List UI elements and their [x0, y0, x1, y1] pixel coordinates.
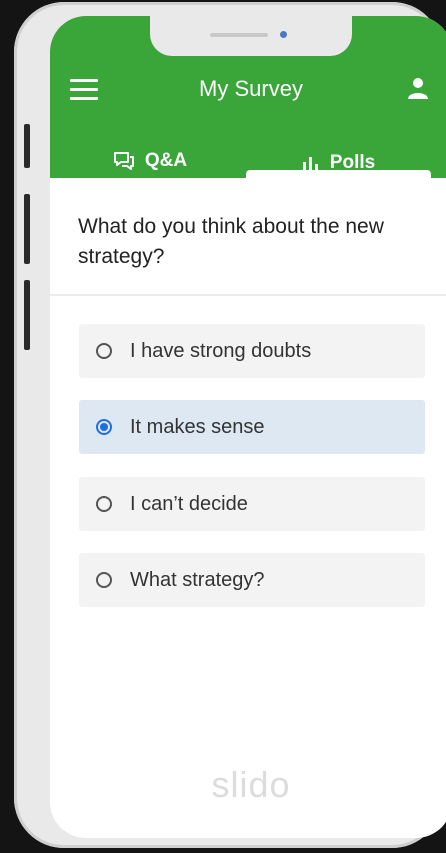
brand-wordmark: slido	[211, 764, 291, 805]
poll-option[interactable]: What strategy?	[79, 553, 425, 607]
poll-question: What do you think about the new strategy…	[78, 215, 384, 268]
radio-button[interactable]	[96, 496, 112, 512]
phone-side-button	[24, 280, 30, 350]
speaker-grille	[210, 33, 268, 37]
poll-option-label: I can’t decide	[130, 492, 248, 515]
user-icon[interactable]	[406, 76, 430, 100]
chat-bubbles-icon	[113, 152, 134, 170]
poll-option-label: What strategy?	[130, 568, 265, 591]
poll-option-label: I have strong doubts	[130, 339, 312, 362]
front-camera	[280, 31, 287, 38]
phone-screen: My Survey Q&A Polls What do you think ab…	[50, 16, 446, 838]
phone-side-button	[24, 124, 30, 168]
tab-qa[interactable]: Q&A	[50, 142, 250, 180]
poll-option[interactable]: I have strong doubts	[79, 324, 425, 378]
tab-qa-label: Q&A	[144, 150, 188, 171]
radio-button-selected[interactable]	[96, 419, 112, 435]
active-tab-indicator	[246, 170, 431, 178]
app-header: My Survey Q&A Polls	[50, 16, 446, 178]
bar-chart-icon	[302, 157, 318, 171]
phone-side-button	[24, 194, 30, 264]
phone-frame: My Survey Q&A Polls What do you think ab…	[14, 2, 446, 848]
poll-option-label: It makes sense	[130, 415, 265, 438]
radio-button[interactable]	[96, 343, 112, 359]
phone-notch	[150, 16, 352, 56]
page-title: My Survey	[199, 76, 303, 101]
divider	[50, 294, 446, 296]
poll-option[interactable]: It makes sense	[79, 400, 425, 454]
radio-button[interactable]	[96, 572, 112, 588]
poll-option[interactable]: I can’t decide	[79, 477, 425, 531]
